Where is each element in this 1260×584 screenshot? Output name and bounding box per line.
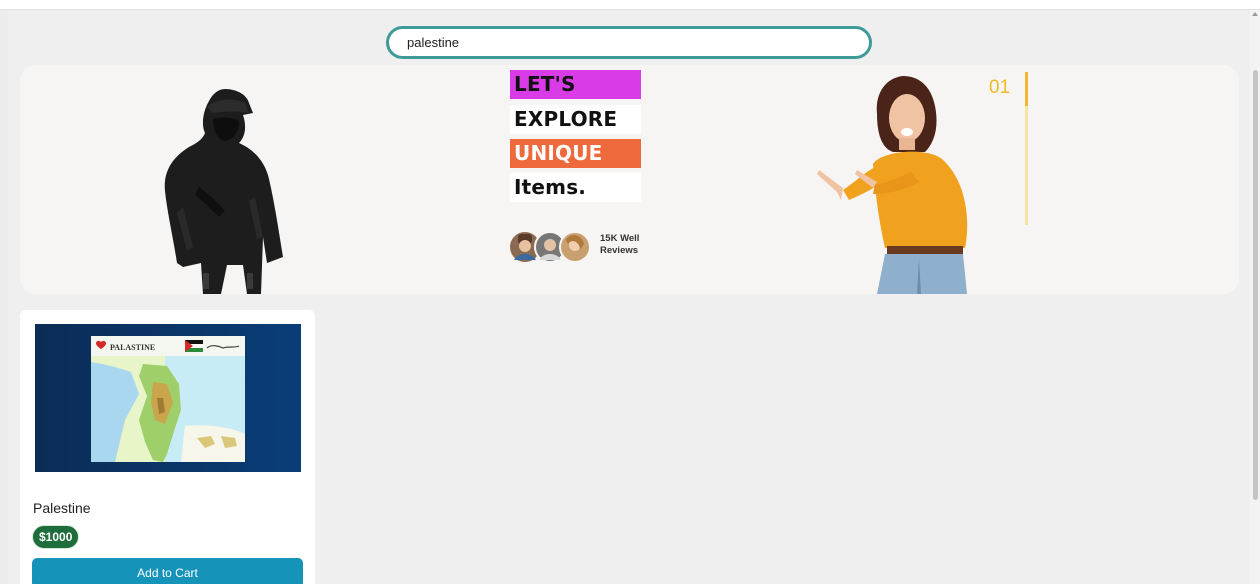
scrollbar-thumb[interactable] bbox=[1253, 70, 1258, 500]
reviewer-avatars bbox=[510, 231, 591, 263]
product-title: Palestine bbox=[33, 500, 91, 516]
reviews-line-1: 15K Well bbox=[600, 233, 640, 244]
hero-word-lets: LET'S bbox=[510, 70, 641, 99]
pointing-woman-image bbox=[817, 76, 968, 294]
hero-word-items: Items. bbox=[510, 173, 641, 202]
slide-number: 01 bbox=[989, 77, 1011, 98]
product-card[interactable]: PALASTINE Palestine $1000 Add to Cart bbox=[20, 310, 315, 584]
scroll-up-arrow-icon[interactable] bbox=[1252, 12, 1258, 16]
product-image-palestine-map[interactable]: PALASTINE bbox=[35, 324, 301, 472]
map-caption-text: PALASTINE bbox=[110, 343, 155, 352]
vertical-scrollbar[interactable] bbox=[1250, 10, 1260, 584]
slide-progress-active bbox=[1025, 72, 1028, 106]
hero-banner: LET'S EXPLORE UNIQUE Items. 15K Well Rev… bbox=[20, 65, 1239, 294]
hero-word-explore: EXPLORE bbox=[510, 105, 641, 134]
hero-word-unique: UNIQUE bbox=[510, 139, 641, 168]
add-to-cart-button[interactable]: Add to Cart bbox=[32, 558, 303, 584]
search-input[interactable] bbox=[386, 26, 872, 59]
reviews-count: 15K Well Reviews bbox=[600, 233, 660, 257]
product-price-badge: $1000 bbox=[32, 525, 80, 549]
browser-top-strip bbox=[0, 0, 1260, 10]
hooded-model-image bbox=[164, 89, 283, 294]
reviews-line-2: Reviews bbox=[600, 245, 639, 256]
